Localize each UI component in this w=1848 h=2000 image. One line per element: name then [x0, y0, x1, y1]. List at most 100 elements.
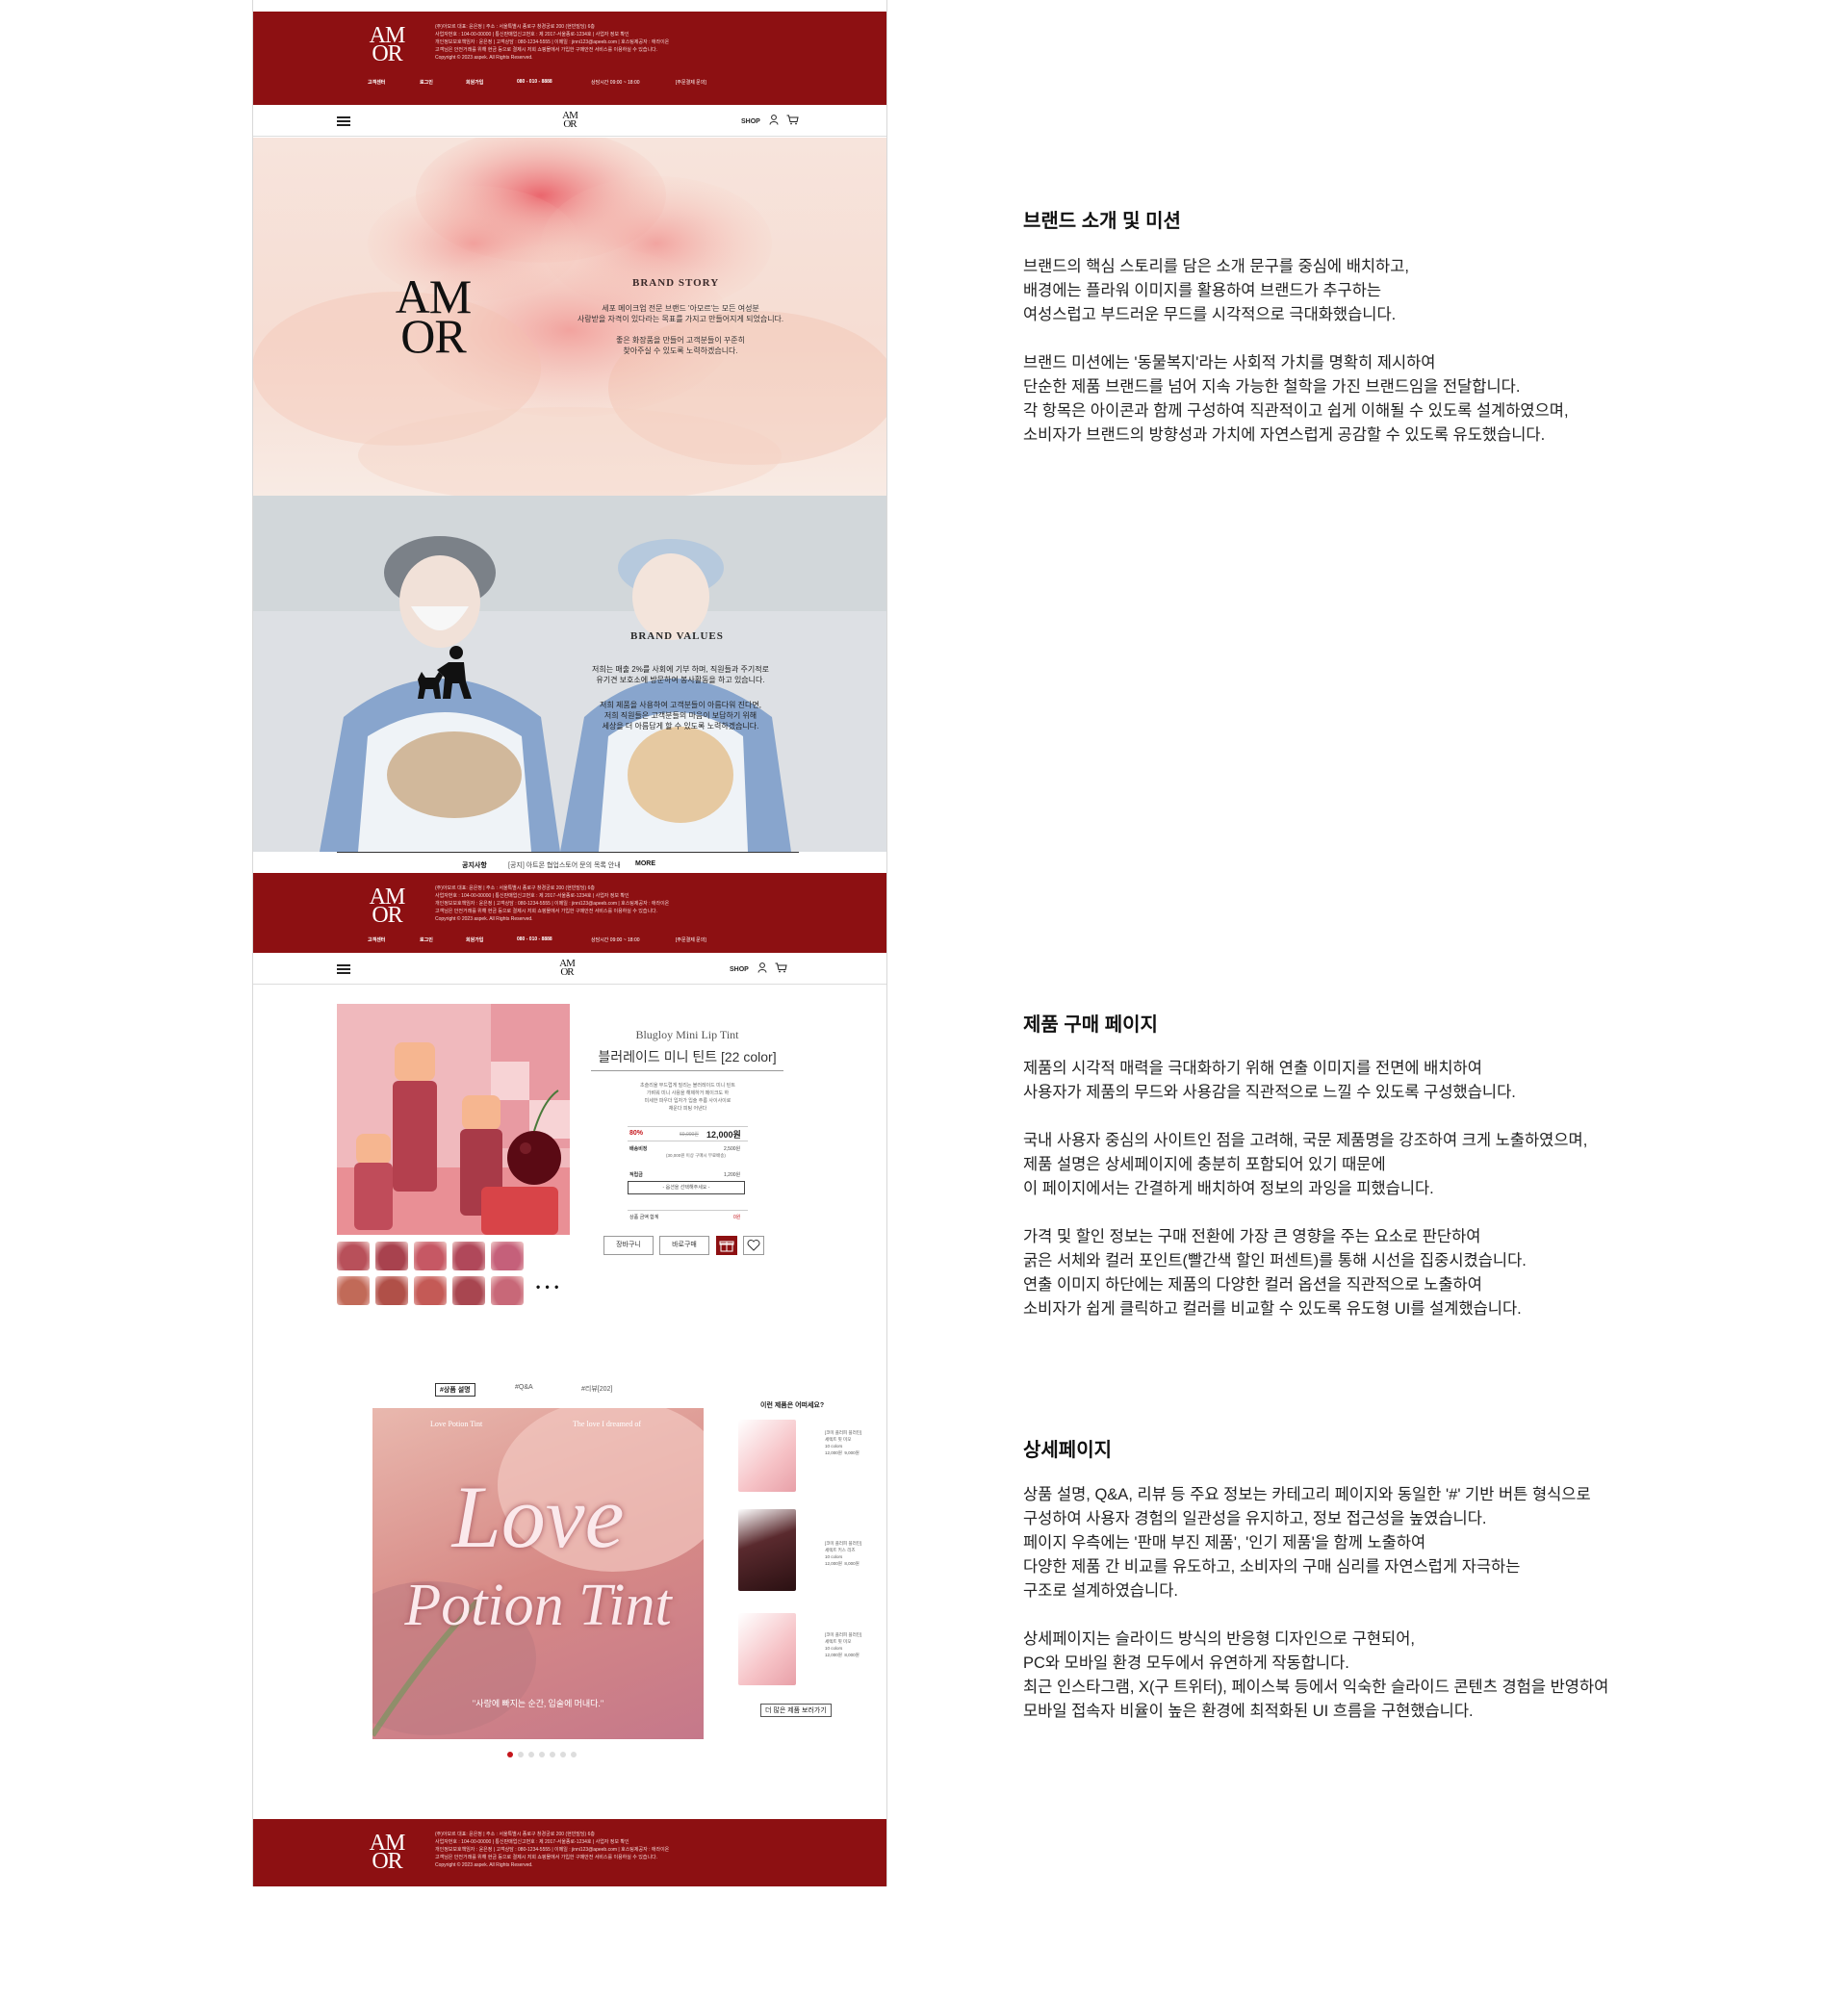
footer-link-join[interactable]: 회원가입	[466, 936, 483, 943]
color-swatch[interactable]	[337, 1242, 370, 1270]
option-select[interactable]: - 옵션을 선택해주세요 -	[628, 1181, 745, 1194]
slide-dot[interactable]	[539, 1752, 545, 1757]
footer-top: AM OR (주)아모르 대표: 윤은정 | 주소 : 서울특별시 종로구 창경궁…	[252, 12, 887, 105]
footer-info-3: 개인정보보호책임자 : 윤은정 | 고객상담 : 080-1234-5555 |…	[435, 39, 670, 45]
product-main-image[interactable]	[337, 1004, 570, 1235]
buy-now-button[interactable]: 바로구매	[659, 1236, 709, 1255]
dog-walker-icon	[418, 646, 472, 699]
color-swatch[interactable]	[491, 1276, 524, 1305]
brand-values-body-2: 저희 제품을 사용하여 고객분들이 아름다워 진다면, 저희 직원들은 고객분들…	[600, 701, 761, 731]
divider	[628, 1210, 748, 1211]
footer-link-cs[interactable]: 고객센터	[368, 79, 385, 86]
brand-story-logo: AM OR	[395, 269, 473, 363]
color-swatch[interactable]	[375, 1242, 408, 1270]
footer-hours: 상담시간 09:00 ~ 18:00	[591, 80, 640, 86]
footer-phone: 080 - 010 - 8888	[517, 936, 552, 942]
notice-bar: 공지사항 [공지] 아트몬 협업스토어 문의 목록 안내 MORE	[337, 852, 799, 873]
site-header: AM OR SHOP	[252, 106, 887, 137]
footer-phone: 080 - 010 - 8888	[517, 79, 552, 85]
shipping-note: (30,000원 이상 구매시 무료배송)	[666, 1153, 726, 1158]
footer-info-3: 개인정보보호책임자 : 윤은정 | 고객상담 : 080-1234-5555 |…	[435, 1847, 670, 1853]
brand-story-section: AM OR BRAND STORY 세포 메이크업 전문 브랜드 '아모르'는 모…	[252, 138, 887, 496]
cart-icon[interactable]	[775, 962, 787, 976]
more-colors-button[interactable]: • • •	[536, 1280, 559, 1294]
recommend-product-image[interactable]	[738, 1613, 796, 1685]
shipping-label: 배송비정	[629, 1146, 648, 1152]
slide-dot[interactable]	[528, 1752, 534, 1757]
recommend-title: 이런 제품은 어떠세요?	[760, 1402, 825, 1409]
color-swatch[interactable]	[375, 1276, 408, 1305]
recommend-product-info: [코미 플러피 블러틴] 세렉트 핏 미모 10 colors 12,000원 …	[825, 1430, 862, 1455]
mock-border-left	[252, 0, 253, 1886]
tab-description[interactable]: #상품 설명	[435, 1383, 475, 1397]
section-heading-detail: 상세페이지	[1023, 1440, 1112, 1461]
brand-story-title: BRAND STORY	[632, 277, 720, 289]
color-swatch[interactable]	[414, 1276, 447, 1305]
footer-inquiry[interactable]: [주문결제 문의]	[676, 936, 706, 943]
user-icon[interactable]	[757, 962, 767, 976]
brand-values-body-1: 저희는 매출 2%를 사회에 기부 하며, 직원들과 주기적로 유기견 보호소에…	[592, 665, 769, 684]
color-swatch[interactable]	[452, 1242, 485, 1270]
add-to-cart-button[interactable]: 장바구니	[603, 1236, 654, 1255]
mock-border-right	[886, 0, 887, 1886]
brand-story-body-1: 세포 메이크업 전문 브랜드 '아모르'는 모든 여성분 사랑받을 자격이 있다…	[577, 304, 784, 323]
hamburger-icon[interactable]	[337, 964, 350, 974]
tab-reviews[interactable]: #리뷰[202]	[581, 1384, 612, 1394]
footer-mid: AM OR (주)아모르 대표: 윤은정 | 주소 : 서울특별시 종로구 창경궁…	[252, 873, 887, 953]
detail-banner[interactable]: Love Potion Tint The love I dreamed of L…	[372, 1408, 704, 1739]
footer-logo: AM OR	[369, 23, 406, 66]
recommend-product-info: [코미 플러피 블러틴] 세렉트 키스 리즈 10 colors 12,000원…	[825, 1541, 862, 1566]
cart-icon[interactable]	[786, 115, 799, 128]
shop-link[interactable]: SHOP	[730, 966, 749, 973]
banner-script-title: Love	[451, 1468, 625, 1566]
total-value: 0원	[733, 1215, 741, 1220]
footer-copyright: Copyright © 2023 aspek. All Rights Reser…	[435, 916, 533, 922]
notice-item[interactable]: [공지] 아트몬 협업스토어 문의 목록 안내	[508, 860, 621, 870]
slide-dot[interactable]	[571, 1752, 577, 1757]
footer-link-cs[interactable]: 고객센터	[368, 936, 385, 943]
footer-inquiry[interactable]: [주문결제 문의]	[676, 79, 706, 86]
color-swatch[interactable]	[337, 1276, 370, 1305]
slide-dot[interactable]	[518, 1752, 524, 1757]
footer-logo: AM OR	[369, 1831, 406, 1874]
section-heading-brand: 브랜드 소개 및 미션	[1023, 211, 1181, 232]
heart-icon[interactable]	[743, 1236, 764, 1255]
header-logo[interactable]: AM OR	[557, 959, 577, 977]
discount-rate: 80%	[629, 1130, 644, 1137]
shipping-value: 2,500원	[724, 1146, 741, 1152]
color-swatch[interactable]	[452, 1276, 485, 1305]
footer-info-4: 고객님은 안전거래를 위해 현금 등으로 결제시 저희 쇼핑몰에서 가입한 구매…	[435, 1855, 658, 1860]
footer-info-1: (주)아모르 대표: 윤은정 | 주소 : 서울특별시 종로구 창경궁로 200…	[435, 1832, 595, 1837]
brand-story-body-2: 좋은 화장품을 만들어 고객분들이 꾸준히 찾아주실 수 있도록 노력하겠습니다…	[615, 336, 745, 355]
slide-dot-active[interactable]	[507, 1752, 513, 1757]
gift-icon[interactable]	[716, 1236, 737, 1255]
recommend-more-button[interactable]: 더 많은 제품 보러가기	[760, 1704, 832, 1717]
footer-link-login[interactable]: 로그인	[420, 79, 433, 86]
shop-link[interactable]: SHOP	[741, 118, 760, 125]
tab-qna[interactable]: #Q&A	[515, 1384, 533, 1391]
footer-link-join[interactable]: 회원가입	[466, 79, 483, 86]
slide-dot[interactable]	[550, 1752, 555, 1757]
user-icon[interactable]	[769, 115, 779, 128]
points-value: 1,200원	[724, 1172, 741, 1178]
original-price: 60,000원	[680, 1132, 699, 1138]
brand-values-title: BRAND VALUES	[630, 630, 724, 642]
footer-info-4: 고객님은 안전거래를 위해 현금 등으로 결제시 저희 쇼핑몰에서 가입한 구매…	[435, 909, 658, 914]
recommend-product-image[interactable]	[738, 1420, 796, 1492]
footer-info-1: (주)아모르 대표: 윤은정 | 주소 : 서울특별시 종로구 창경궁로 200…	[435, 885, 595, 891]
footer-hours: 상담시간 09:00 ~ 18:00	[591, 937, 640, 943]
color-swatch[interactable]	[414, 1242, 447, 1270]
recommend-product-info: [코미 플러피 블러틴] 세렉트 핏 미모 10 colors 12,000원 …	[825, 1632, 862, 1657]
slide-dot[interactable]	[560, 1752, 566, 1757]
notice-more-link[interactable]: MORE	[635, 860, 655, 867]
notice-label: 공지사항	[462, 862, 487, 869]
banner-script-subtitle: Potion Tint	[404, 1573, 672, 1638]
color-swatch[interactable]	[491, 1242, 524, 1270]
footer-info-3: 개인정보보호책임자 : 윤은정 | 고객상담 : 080-1234-5555 |…	[435, 901, 670, 907]
header-logo[interactable]: AM OR	[560, 111, 579, 129]
banner-quote: "사랑에 빠지는 순간, 입술에 머내다."	[472, 1699, 604, 1708]
hamburger-icon[interactable]	[337, 116, 350, 126]
divider	[591, 1070, 783, 1071]
footer-link-login[interactable]: 로그인	[420, 936, 433, 943]
recommend-product-image[interactable]	[738, 1509, 796, 1591]
